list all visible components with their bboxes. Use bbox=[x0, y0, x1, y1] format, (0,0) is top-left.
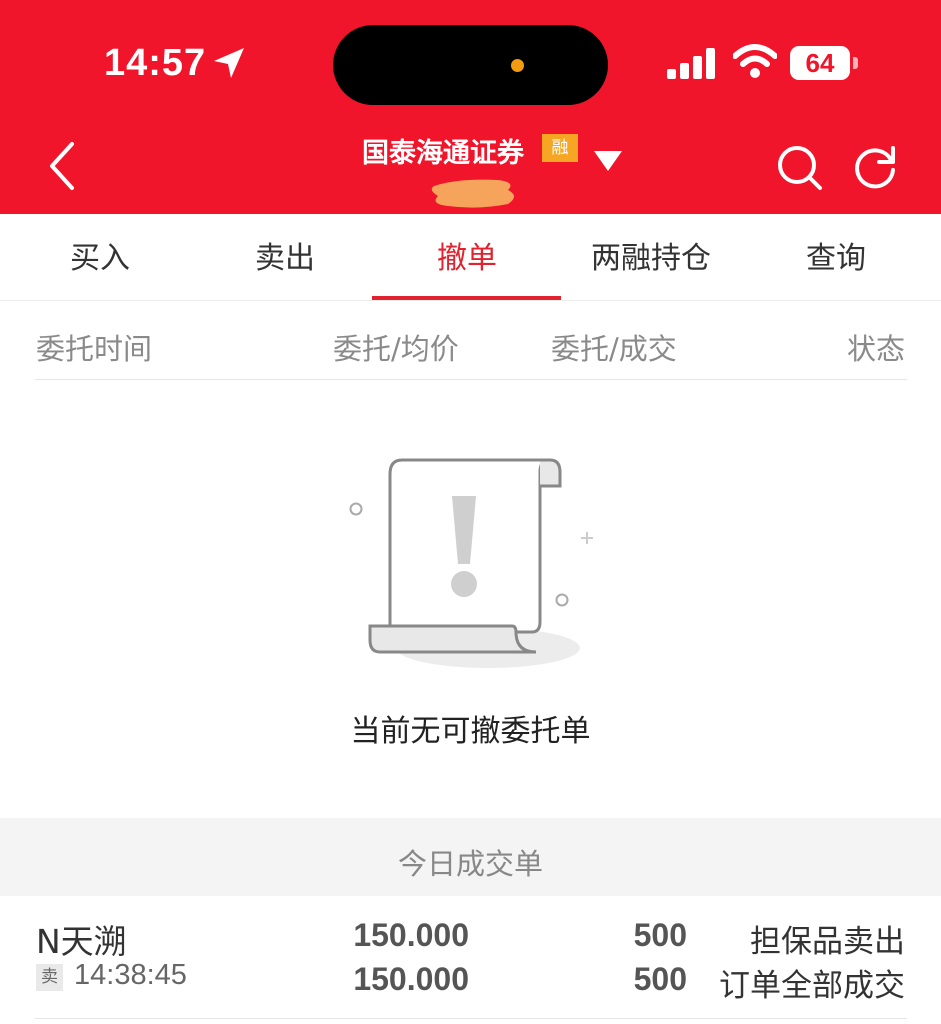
column-order-filled: 委托/成交 bbox=[551, 332, 677, 366]
empty-document-icon bbox=[349, 458, 593, 668]
signal-bars-icon bbox=[667, 48, 715, 79]
status-time: 14:57 bbox=[104, 42, 207, 84]
trade-tabs: 买入 卖出 撤单 两融持仓 查询 bbox=[0, 214, 941, 301]
battery-level: 64 bbox=[805, 48, 835, 78]
broker-title[interactable]: 国泰海通证券 bbox=[362, 131, 524, 170]
order-price: 150.000 bbox=[353, 917, 469, 953]
sell-badge: 卖 bbox=[36, 964, 63, 991]
empty-state-message: 当前无可撤委托单 bbox=[350, 714, 591, 749]
tab-sell[interactable]: 卖出 bbox=[185, 214, 385, 300]
dynamic-island bbox=[333, 25, 608, 105]
filled-qty: 500 bbox=[633, 961, 687, 997]
tab-margin-positions[interactable]: 两融持仓 bbox=[551, 214, 751, 300]
order-status: 订单全部成交 bbox=[719, 968, 905, 1004]
margin-badge: 融 bbox=[542, 134, 578, 162]
column-status: 状态 bbox=[846, 332, 905, 366]
back-icon[interactable] bbox=[46, 140, 78, 192]
location-arrow-icon bbox=[214, 48, 244, 78]
tab-buy[interactable]: 买入 bbox=[0, 214, 200, 300]
order-qty: 500 bbox=[633, 917, 687, 953]
trade-time: 14:38:45 bbox=[74, 959, 187, 991]
tab-cancel-order[interactable]: 撤单 bbox=[367, 214, 567, 300]
avg-price: 150.000 bbox=[353, 961, 469, 997]
active-tab-indicator bbox=[372, 296, 561, 300]
battery-tip bbox=[853, 57, 858, 69]
refresh-icon[interactable] bbox=[851, 142, 899, 190]
tab-query[interactable]: 查询 bbox=[736, 214, 936, 300]
camera-indicator-dot bbox=[511, 59, 524, 72]
divider bbox=[35, 379, 907, 380]
dropdown-icon[interactable] bbox=[593, 149, 623, 173]
column-order-time: 委托时间 bbox=[36, 332, 153, 366]
column-order-avg-price: 委托/均价 bbox=[333, 332, 459, 366]
search-icon[interactable] bbox=[775, 143, 823, 191]
order-type: 担保品卖出 bbox=[750, 924, 905, 960]
stock-name: N天溯 bbox=[36, 922, 127, 961]
wifi-icon bbox=[733, 44, 777, 78]
today-trades-title: 今日成交单 bbox=[397, 847, 543, 881]
redacted-account-mark bbox=[431, 179, 514, 208]
divider bbox=[35, 1018, 907, 1019]
